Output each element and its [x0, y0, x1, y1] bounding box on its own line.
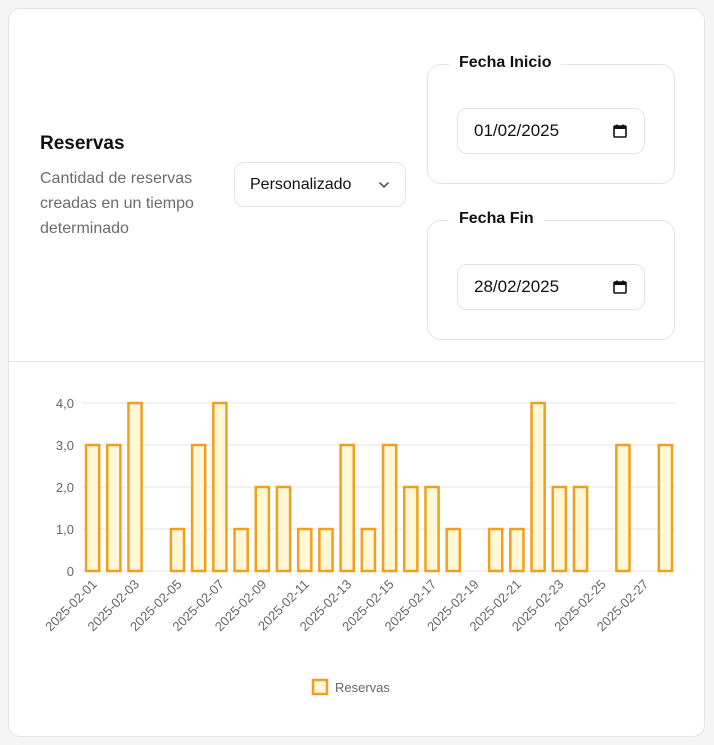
y-axis: 0 1,0 2,0 3,0 4,0	[56, 396, 74, 579]
bar-2025-02-20[interactable]	[487, 527, 504, 573]
bar-2025-02-16[interactable]	[402, 485, 419, 573]
y-tick-label: 2,0	[56, 480, 74, 495]
bar-2025-02-28[interactable]	[657, 443, 674, 573]
chart-legend[interactable]: Reservas	[311, 678, 390, 696]
bar-2025-02-09[interactable]	[254, 485, 271, 573]
y-tick-label: 0	[67, 564, 74, 579]
bar-2025-02-12[interactable]	[318, 527, 334, 573]
legend-label: Reservas	[335, 680, 390, 695]
y-tick-label: 4,0	[56, 396, 74, 411]
bar-2025-02-22[interactable]	[530, 401, 546, 573]
bar-2025-02-01[interactable]	[84, 443, 101, 573]
bar-2025-02-10[interactable]	[275, 485, 292, 573]
y-tick-label: 3,0	[56, 438, 74, 453]
y-tick-label: 1,0	[56, 522, 74, 537]
reservas-bar-chart: 0 1,0 2,0 3,0 4,0 2025-02-012025-02-032025-0…	[42, 396, 676, 696]
x-axis: 2025-02-012025-02-032025-02-052025-02-07…	[42, 577, 651, 635]
bar-2025-02-18[interactable]	[445, 527, 462, 573]
bar-2025-02-15[interactable]	[381, 443, 398, 573]
bar-2025-02-05[interactable]	[169, 527, 186, 573]
bar-2025-02-11[interactable]	[296, 527, 313, 573]
bar-2025-02-08[interactable]	[233, 527, 249, 573]
bar-2025-02-13[interactable]	[339, 443, 356, 573]
bar-2025-02-14[interactable]	[360, 527, 377, 573]
bar-2025-02-24[interactable]	[572, 485, 589, 573]
bar-2025-02-03[interactable]	[127, 401, 143, 573]
bar-2025-02-17[interactable]	[424, 485, 440, 573]
bar-2025-02-02[interactable]	[105, 443, 122, 573]
bar-2025-02-26[interactable]	[615, 443, 631, 573]
bar-2025-02-06[interactable]	[190, 443, 207, 573]
bar-2025-02-23[interactable]	[551, 485, 568, 573]
bar-2025-02-07[interactable]	[212, 401, 228, 573]
bar-2025-02-21[interactable]	[509, 527, 525, 573]
legend-swatch	[311, 678, 329, 696]
